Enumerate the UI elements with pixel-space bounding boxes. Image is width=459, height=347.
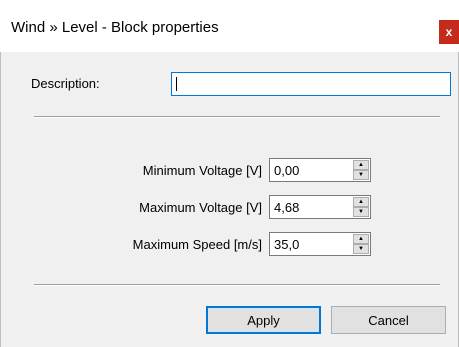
- max-speed-value[interactable]: 35,0: [274, 237, 299, 252]
- spin-up-icon[interactable]: ▲: [353, 197, 369, 207]
- spin-up-icon[interactable]: ▲: [353, 160, 369, 170]
- spin-down-icon[interactable]: ▼: [353, 207, 369, 217]
- text-caret: [176, 77, 177, 91]
- max-voltage-label: Maximum Voltage [V]: [139, 200, 262, 215]
- window-border-left: [0, 52, 1, 347]
- max-speed-spinner[interactable]: 35,0 ▲ ▼: [269, 232, 371, 256]
- window-title: Wind » Level - Block properties: [11, 19, 219, 36]
- description-input[interactable]: [171, 72, 451, 96]
- max-voltage-value[interactable]: 4,68: [274, 200, 299, 215]
- apply-button[interactable]: Apply: [206, 306, 321, 334]
- spin-down-icon[interactable]: ▼: [353, 244, 369, 254]
- close-button[interactable]: x: [439, 20, 459, 44]
- spin-down-icon[interactable]: ▼: [353, 170, 369, 180]
- min-voltage-spinner[interactable]: 0,00 ▲ ▼: [269, 158, 371, 182]
- max-voltage-spinner[interactable]: 4,68 ▲ ▼: [269, 195, 371, 219]
- description-label: Description:: [31, 76, 100, 91]
- max-voltage-spin-buttons: ▲ ▼: [353, 197, 369, 217]
- separator-bottom: [34, 284, 440, 286]
- max-speed-spin-buttons: ▲ ▼: [353, 234, 369, 254]
- close-icon: x: [445, 25, 453, 39]
- min-voltage-value[interactable]: 0,00: [274, 163, 299, 178]
- cancel-button[interactable]: Cancel: [331, 306, 446, 334]
- separator-top: [34, 116, 440, 118]
- max-speed-label: Maximum Speed [m/s]: [132, 237, 262, 252]
- spin-up-icon[interactable]: ▲: [353, 234, 369, 244]
- min-voltage-label: Minimum Voltage [V]: [142, 163, 262, 178]
- min-voltage-spin-buttons: ▲ ▼: [353, 160, 369, 180]
- title-bar: Wind » Level - Block properties x: [0, 0, 459, 52]
